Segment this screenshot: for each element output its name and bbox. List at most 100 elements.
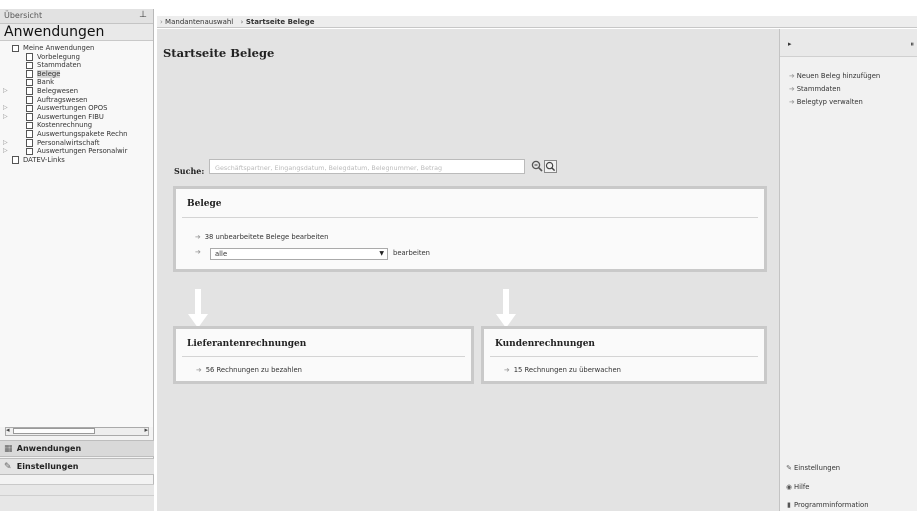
pin-icon[interactable]: ⊥ bbox=[139, 10, 147, 20]
app-window: Übersicht ⊥ Anwendungen Meine Anwendunge… bbox=[0, 0, 917, 511]
tree-item[interactable]: Vorbelegung bbox=[0, 53, 153, 62]
tree-item[interactable]: ▷ Belegwesen bbox=[0, 87, 153, 96]
einstellungen-link[interactable]: ✎ Einstellungen bbox=[784, 464, 840, 472]
info-icon: ▮ bbox=[787, 501, 791, 509]
scroll-left-icon[interactable]: ◂ bbox=[6, 426, 10, 434]
document-icon bbox=[26, 87, 33, 95]
document-icon bbox=[26, 78, 33, 87]
tree-item-label: Belege bbox=[37, 69, 61, 79]
unbearbeitete-belege-link[interactable]: ➔ 38 unbearbeitete Belege bearbeiten bbox=[195, 233, 328, 241]
grid-icon: ▦ bbox=[4, 444, 13, 454]
wrench-icon: ✎ bbox=[4, 462, 12, 472]
action-panel: ▸ ⏸ ➔ Neuen Beleg hinzufügen ➔ Stammdaten … bbox=[779, 29, 917, 511]
sidebar-header-label: Übersicht bbox=[4, 11, 43, 20]
panel-einstellungen[interactable]: ✎ Einstellungen bbox=[0, 458, 154, 475]
help-icon: ◉ bbox=[786, 483, 792, 491]
expand-icon[interactable]: ▷ bbox=[3, 104, 8, 113]
tree-item-label: Stammdaten bbox=[37, 61, 82, 70]
tree-item[interactable]: Auswertungspakete Rechn bbox=[0, 130, 153, 139]
tree-item-label: Auftragswesen bbox=[37, 95, 88, 104]
divider bbox=[490, 356, 758, 357]
tree-item[interactable]: ▷ Personalwirtschaft bbox=[0, 139, 153, 148]
sidebar-header: Übersicht ⊥ bbox=[0, 9, 153, 24]
scrollbar-thumb[interactable] bbox=[13, 428, 95, 434]
tree-item[interactable]: ▷ Auswertungen OPOS bbox=[0, 104, 153, 113]
bearbeiten-link[interactable]: bearbeiten bbox=[393, 249, 430, 257]
tree-item-label: Auswertungen OPOS bbox=[37, 104, 108, 113]
advanced-search-icon[interactable] bbox=[530, 160, 543, 173]
stammdaten-link[interactable]: ➔ Stammdaten bbox=[789, 85, 841, 93]
chevron-down-icon: ▼ bbox=[379, 250, 384, 257]
flow-arrow-left bbox=[188, 289, 208, 328]
tree-item[interactable]: DATEV-Links bbox=[0, 156, 153, 165]
arrow-icon: ➔ bbox=[195, 248, 201, 256]
search-label: Suche: bbox=[174, 166, 205, 176]
app-tree: Meine Anwendungen Vorbelegung Stammdaten Be… bbox=[0, 41, 153, 427]
scroll-right-icon[interactable]: ▸ bbox=[144, 426, 148, 434]
panel-anwendungen-label: Anwendungen bbox=[16, 444, 82, 453]
tree-item[interactable]: ▷ Auswertungen FIBU bbox=[0, 113, 153, 122]
tree-item-label: Auswertungspakete Rechn bbox=[37, 129, 128, 138]
expand-icon[interactable]: ▷ bbox=[3, 147, 8, 156]
neuen-beleg-link[interactable]: ➔ Neuen Beleg hinzufügen bbox=[789, 72, 880, 80]
belege-card-title: Belege bbox=[187, 199, 222, 209]
pin-icon[interactable]: ⏸ bbox=[911, 40, 915, 49]
tree-item[interactable]: Auftragswesen bbox=[0, 96, 153, 105]
tree-item-label: Personalwirtschaft bbox=[37, 138, 100, 147]
expand-icon[interactable]: ▷ bbox=[3, 87, 8, 96]
wrench-icon: ✎ bbox=[786, 464, 792, 472]
tree-item-label: Vorbelegung bbox=[37, 52, 80, 61]
programminformation-link[interactable]: ▮ Programminformation bbox=[784, 501, 868, 509]
divider bbox=[182, 217, 758, 218]
document-icon bbox=[26, 139, 33, 147]
sidebar: Übersicht ⊥ Anwendungen Meine Anwendunge… bbox=[0, 9, 154, 511]
tree-item[interactable]: Bank bbox=[0, 78, 153, 87]
belegtyp-verwalten-link[interactable]: ➔ Belegtyp verwalten bbox=[789, 98, 863, 106]
document-icon bbox=[26, 96, 33, 104]
expand-icon[interactable]: ▸ bbox=[788, 40, 792, 48]
sidebar-title: Anwendungen bbox=[0, 24, 153, 41]
document-icon bbox=[26, 61, 33, 70]
search-input[interactable]: Geschäftspartner, Eingangsdatum, Belegda… bbox=[209, 159, 525, 174]
tree-item-label: Auswertungen FIBU bbox=[37, 112, 104, 121]
expand-icon[interactable]: ▷ bbox=[3, 139, 8, 148]
flow-arrow-right bbox=[496, 289, 516, 328]
kundenrechnungen-title: Kundenrechnungen bbox=[495, 339, 595, 349]
tree-item-label: Auswertungen Personalwir bbox=[37, 147, 128, 156]
sidebar-scrollbar[interactable]: ◂ ▸ bbox=[5, 426, 149, 436]
rechnungen-ueberwachen-link[interactable]: ➔ 15 Rechnungen zu überwachen bbox=[504, 366, 621, 374]
breadcrumb-item-startseite-belege[interactable]: › Startseite Belege bbox=[240, 18, 314, 26]
tree-item[interactable]: Meine Anwendungen bbox=[0, 44, 153, 53]
lieferantenrechnungen-card: Lieferantenrechnungen ➔ 56 Rechnungen zu … bbox=[173, 326, 474, 384]
action-panel-header: ▸ ⏸ bbox=[780, 29, 917, 57]
tree-item[interactable]: Kostenrechnung bbox=[0, 121, 153, 130]
document-icon bbox=[26, 130, 33, 138]
panel-einstellungen-label: Einstellungen bbox=[16, 462, 79, 471]
document-icon bbox=[26, 113, 33, 121]
breadcrumb-item-mandantenauswahl[interactable]: › Mandantenauswahl bbox=[160, 18, 233, 26]
tree-item-label: Belegwesen bbox=[37, 86, 79, 95]
document-icon bbox=[26, 147, 33, 156]
document-icon bbox=[26, 70, 33, 78]
breadcrumb: › Mandantenauswahl › Startseite Belege bbox=[157, 16, 917, 28]
belege-card: Belege ➔ 38 unbearbeitete Belege bearbeit… bbox=[173, 186, 767, 272]
tree-item[interactable]: Belege bbox=[0, 69, 153, 79]
hilfe-link[interactable]: ◉ Hilfe bbox=[784, 483, 809, 491]
panel-anwendungen[interactable]: ▦ Anwendungen bbox=[0, 440, 154, 457]
tree-item[interactable]: ▷ Auswertungen Personalwir bbox=[0, 147, 153, 156]
lieferantenrechnungen-title: Lieferantenrechnungen bbox=[187, 339, 307, 349]
expand-icon[interactable]: ▷ bbox=[3, 113, 8, 122]
document-icon bbox=[12, 44, 19, 52]
belege-filter-select[interactable]: alle ▼ bbox=[210, 248, 388, 260]
kundenrechnungen-card: Kundenrechnungen ➔ 15 Rechnungen zu überw… bbox=[481, 326, 767, 384]
document-icon bbox=[26, 104, 33, 113]
sidebar-bottom bbox=[0, 484, 154, 511]
divider bbox=[182, 356, 465, 357]
search-icon[interactable] bbox=[544, 160, 557, 173]
tree-item-label: Bank bbox=[37, 78, 55, 87]
page-title: Startseite Belege bbox=[163, 46, 275, 60]
document-icon bbox=[26, 53, 33, 61]
main-content: Startseite Belege Suche: Geschäftspartne… bbox=[157, 29, 779, 511]
tree-item[interactable]: Stammdaten bbox=[0, 61, 153, 70]
rechnungen-bezahlen-link[interactable]: ➔ 56 Rechnungen zu bezahlen bbox=[196, 366, 302, 374]
